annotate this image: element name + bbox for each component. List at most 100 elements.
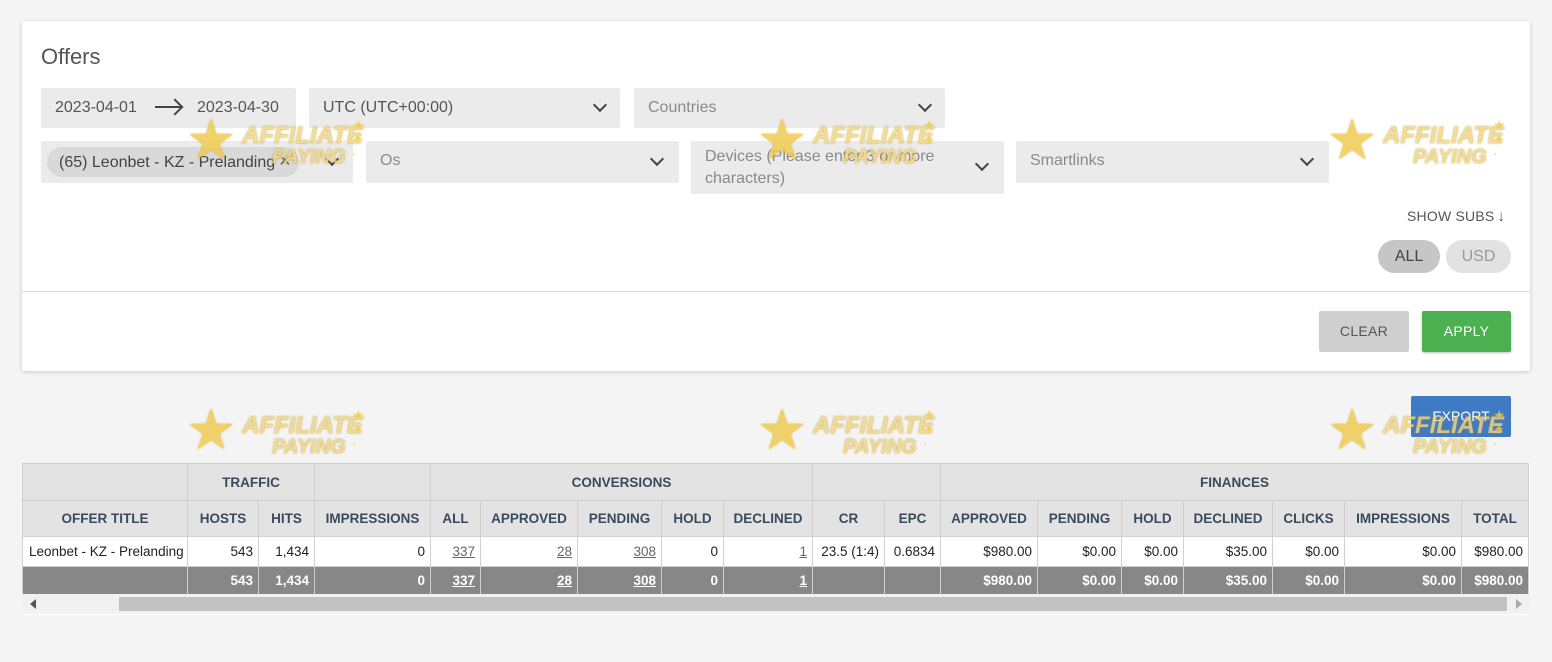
column-header[interactable]: ALL	[430, 500, 481, 537]
table-cell-link[interactable]: 337	[430, 536, 481, 567]
totals-row: 543 1,434 0 337 28 308 0 1 $980.00 $0.00…	[22, 566, 1530, 595]
total-cell: $35.00	[1183, 566, 1273, 595]
smartlinks-select[interactable]: Smartlinks	[1016, 141, 1329, 183]
column-header[interactable]: DECLINED	[723, 500, 813, 537]
offer-chip[interactable]: (65) Leonbet - KZ - Prelanding ×	[47, 147, 299, 177]
column-header[interactable]: OFFER TITLE	[22, 500, 188, 537]
scroll-left-icon[interactable]	[30, 599, 36, 609]
total-cell-link[interactable]: 308	[577, 566, 662, 595]
countries-select[interactable]: Countries	[634, 88, 945, 128]
conversions-link[interactable]: 28	[557, 573, 572, 588]
chevron-down-icon[interactable]	[917, 97, 933, 113]
table-cell: $0.00	[1121, 536, 1184, 567]
table-cell: $0.00	[1037, 536, 1122, 567]
total-cell	[884, 566, 941, 595]
clear-button[interactable]: CLEAR	[1319, 311, 1409, 352]
watermark-logo: ★ AFFILIATE PAYING ★ ✦ ·	[186, 398, 365, 461]
table-cell: 543	[187, 536, 259, 567]
table-cell: 0	[661, 536, 724, 567]
column-header[interactable]: HOSTS	[187, 500, 259, 537]
column-header[interactable]: IMPRESSIONS	[1344, 500, 1462, 537]
table-cell-link[interactable]: 308	[577, 536, 662, 567]
column-header[interactable]: IMPRESSIONS	[314, 500, 431, 537]
total-cell: 1,434	[258, 566, 315, 595]
horizontal-scrollbar[interactable]	[22, 594, 1530, 614]
total-cell-link[interactable]: 337	[430, 566, 481, 595]
total-cell: $0.00	[1272, 566, 1345, 595]
stats-table: TRAFFIC CONVERSIONS FINANCES OFFER TITLE…	[22, 463, 1530, 595]
total-cell: $0.00	[1344, 566, 1462, 595]
column-header[interactable]: CLICKS	[1272, 500, 1345, 537]
column-header[interactable]: HOLD	[1121, 500, 1184, 537]
group-header-conversions: CONVERSIONS	[430, 463, 813, 501]
table-cell: Leonbet - KZ - Prelanding	[22, 536, 188, 567]
conversions-link[interactable]: 308	[633, 544, 656, 559]
sparkle-icon: ★ ✦ ·	[352, 407, 365, 451]
group-header-empty	[812, 463, 941, 501]
column-header[interactable]: DECLINED	[1183, 500, 1273, 537]
column-header[interactable]: APPROVED	[480, 500, 578, 537]
chevron-down-icon[interactable]	[649, 151, 665, 167]
currency-usd-toggle[interactable]: USD	[1446, 240, 1511, 273]
date-range-picker[interactable]: 2023-04-01 2023-04-30	[41, 88, 296, 128]
os-select[interactable]: Os	[366, 141, 679, 183]
column-header[interactable]: CR	[812, 500, 885, 537]
table-cell: $980.00	[1460, 536, 1530, 567]
column-header[interactable]: HOLD	[661, 500, 724, 537]
column-header[interactable]: TOTAL	[1460, 500, 1530, 537]
star-icon: ★	[1327, 398, 1378, 461]
currency-all-toggle[interactable]: ALL	[1378, 240, 1440, 273]
chevron-down-icon[interactable]	[1299, 151, 1315, 167]
column-header[interactable]: HITS	[258, 500, 315, 537]
conversions-link[interactable]: 1	[799, 544, 807, 559]
scrollbar-thumb[interactable]	[119, 597, 1507, 611]
devices-select[interactable]: Devices (Please enter 3 or more characte…	[691, 141, 1004, 194]
conversions-link[interactable]: 337	[452, 544, 475, 559]
chevron-down-icon[interactable]	[324, 151, 340, 167]
group-header-empty	[22, 463, 188, 501]
smartlinks-placeholder: Smartlinks	[1030, 152, 1105, 169]
column-header[interactable]: EPC	[884, 500, 941, 537]
show-subs-label: SHOW SUBS	[1407, 208, 1495, 224]
offer-select[interactable]: (65) Leonbet - KZ - Prelanding ×	[41, 141, 353, 183]
group-header-row: TRAFFIC CONVERSIONS FINANCES	[22, 463, 1530, 501]
stats-table-container: TRAFFIC CONVERSIONS FINANCES OFFER TITLE…	[22, 463, 1530, 615]
table-cell: 0.6834	[884, 536, 941, 567]
table-row: Leonbet - KZ - Prelanding 543 1,434 0 33…	[22, 536, 1530, 567]
date-to[interactable]: 2023-04-30	[197, 99, 279, 117]
total-cell: 543	[187, 566, 259, 595]
timezone-select[interactable]: UTC (UTC+00:00)	[309, 88, 620, 128]
total-cell: $980.00	[1460, 566, 1530, 595]
group-header-empty	[314, 463, 431, 501]
column-header[interactable]: PENDING	[1037, 500, 1122, 537]
timezone-value: UTC (UTC+00:00)	[323, 99, 454, 116]
table-cell: 0	[314, 536, 431, 567]
conversions-link[interactable]: 28	[557, 544, 572, 559]
total-cell: $0.00	[1121, 566, 1184, 595]
total-cell-link[interactable]: 28	[480, 566, 578, 595]
group-header-finances: FINANCES	[939, 463, 1530, 501]
chevron-down-icon[interactable]	[974, 156, 990, 172]
table-cell-link[interactable]: 28	[480, 536, 578, 567]
total-cell: 0	[314, 566, 431, 595]
show-subs-toggle[interactable]: SHOW SUBS ↓	[1407, 208, 1505, 225]
column-header[interactable]: APPROVED	[940, 500, 1038, 537]
star-icon: ★	[757, 398, 808, 461]
total-cell	[812, 566, 885, 595]
total-cell: $980.00	[940, 566, 1038, 595]
scroll-right-icon[interactable]	[1516, 599, 1522, 609]
apply-button[interactable]: APPLY	[1422, 311, 1511, 352]
arrow-right-icon	[155, 106, 181, 108]
table-cell: 23.5 (1:4)	[812, 536, 885, 567]
column-header[interactable]: PENDING	[577, 500, 662, 537]
conversions-link[interactable]: 308	[633, 573, 656, 588]
conversions-link[interactable]: 1	[799, 573, 807, 588]
close-icon[interactable]: ×	[279, 150, 291, 173]
sparkle-icon: ★ ✦ ·	[923, 407, 936, 451]
conversions-link[interactable]: 337	[452, 573, 475, 588]
date-from[interactable]: 2023-04-01	[55, 99, 137, 117]
chevron-down-icon[interactable]	[592, 97, 608, 113]
table-cell-link[interactable]: 1	[723, 536, 813, 567]
export-button[interactable]: EXPORT	[1411, 396, 1511, 437]
total-cell-link[interactable]: 1	[723, 566, 813, 595]
